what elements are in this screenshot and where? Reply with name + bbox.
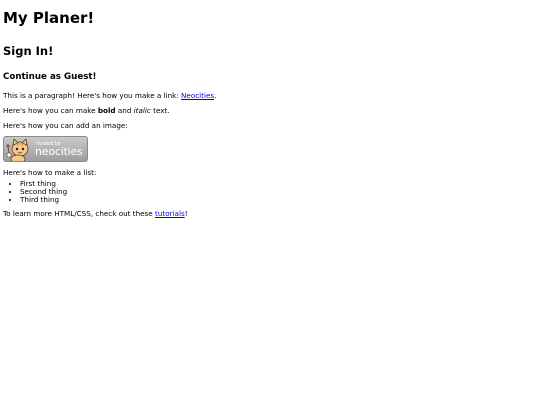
thing-list: First thing Second thing Third thing [3, 180, 537, 204]
list-item: Second thing [20, 188, 537, 196]
paragraph-formatting: Here's how you can make bold and italic … [3, 106, 537, 115]
paragraph-link-intro: This is a paragraph! Here's how you make… [3, 91, 537, 100]
tutorials-link[interactable]: tutorials [155, 209, 185, 218]
guest-heading[interactable]: Continue as Guest! [3, 58, 537, 83]
formatting-text-middle: and [115, 106, 134, 115]
page: My Planer! Sign In! Continue as Guest! T… [0, 0, 540, 218]
tutorials-text: To learn more HTML/CSS, check out these [3, 209, 156, 218]
neocities-badge-image: hosted by neocities [3, 136, 88, 162]
list-item: First thing [20, 180, 537, 188]
paragraph-tutorials: To learn more HTML/CSS, check out these … [3, 209, 537, 218]
italic-text: italic [133, 106, 151, 115]
list-item: Third thing [20, 196, 537, 204]
neocities-cat-icon [6, 138, 29, 161]
paragraph-text: This is a paragraph! Here's how you make… [3, 91, 182, 100]
neocities-link[interactable]: Neocities [181, 91, 214, 100]
sign-in-heading[interactable]: Sign In! [3, 27, 537, 58]
neocities-badge-container: hosted by neocities [3, 136, 88, 162]
formatting-text-end: text. [150, 106, 170, 115]
page-title: My Planer! [3, 9, 95, 27]
tutorials-text-end: ! [184, 209, 188, 218]
paragraph-list-intro: Here's how to make a list: [3, 168, 97, 177]
bold-text: bold [97, 106, 116, 115]
badge-big-text: neocities [35, 145, 83, 158]
paragraph-image-intro: Here's how you can add an image: [3, 121, 128, 130]
paragraph-text-end: . [214, 91, 217, 100]
formatting-text-start: Here's how you can make [3, 106, 98, 115]
